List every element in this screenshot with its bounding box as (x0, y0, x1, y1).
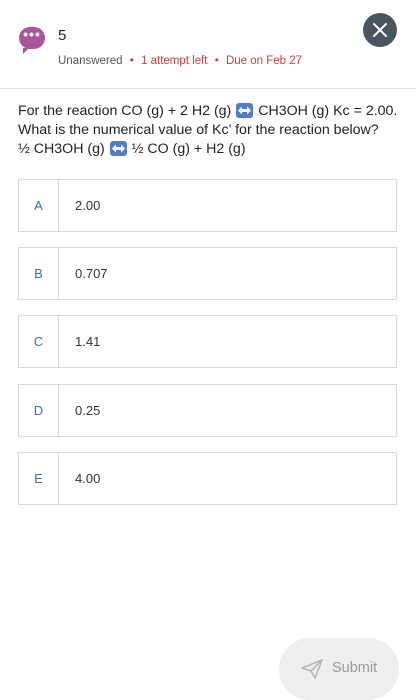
choice-letter: D (19, 385, 59, 436)
close-button[interactable] (363, 13, 397, 47)
question-number: 5 (58, 27, 67, 44)
separator: • (214, 55, 219, 67)
close-icon (373, 23, 387, 37)
question-line1-b: CH3OH (g) Kc = 2.00. (258, 103, 398, 119)
question-text: For the reaction CO (g) + 2 H2 (g) CH3OH… (18, 102, 403, 159)
choice-letter: E (19, 453, 59, 504)
question-line3-a: ½ CH3OH (g) (18, 141, 105, 157)
choice-text: 0.707 (75, 266, 108, 281)
submit-label: Submit (332, 660, 378, 676)
choice-a[interactable]: A 2.00 (18, 179, 397, 232)
choice-b[interactable]: B 0.707 (18, 247, 397, 300)
choice-text: 0.25 (75, 403, 101, 418)
left-right-arrow-icon (109, 141, 127, 156)
status-text: Unanswered (58, 55, 123, 67)
question-line1-a: For the reaction CO (g) + 2 H2 (g) (18, 103, 232, 119)
choice-d[interactable]: D 0.25 (18, 384, 397, 437)
left-right-arrow-icon (236, 103, 254, 118)
speech-bubble-icon: ••• (19, 27, 45, 54)
choice-e[interactable]: E 4.00 (18, 452, 397, 505)
submit-button[interactable]: Submit (279, 638, 399, 700)
choice-text: 2.00 (75, 198, 101, 213)
question-meta: Unanswered • 1 attempt left • Due on Feb… (58, 55, 302, 67)
choice-text: 1.41 (75, 334, 101, 349)
attempts-text: 1 attempt left (141, 55, 208, 67)
choice-letter: A (19, 180, 59, 231)
choice-letter: C (19, 316, 59, 367)
paper-plane-icon (301, 659, 323, 679)
question-line2: What is the numerical value of Kc’ for t… (18, 122, 379, 138)
choice-c[interactable]: C 1.41 (18, 315, 397, 368)
question-line3-b: ½ CO (g) + H2 (g) (131, 141, 246, 157)
choice-text: 4.00 (75, 471, 101, 486)
separator: • (129, 55, 134, 67)
choice-letter: B (19, 248, 59, 299)
question-header: ••• 5 Unanswered • 1 attempt left • Due … (0, 0, 416, 89)
due-date-text: Due on Feb 27 (225, 55, 303, 67)
